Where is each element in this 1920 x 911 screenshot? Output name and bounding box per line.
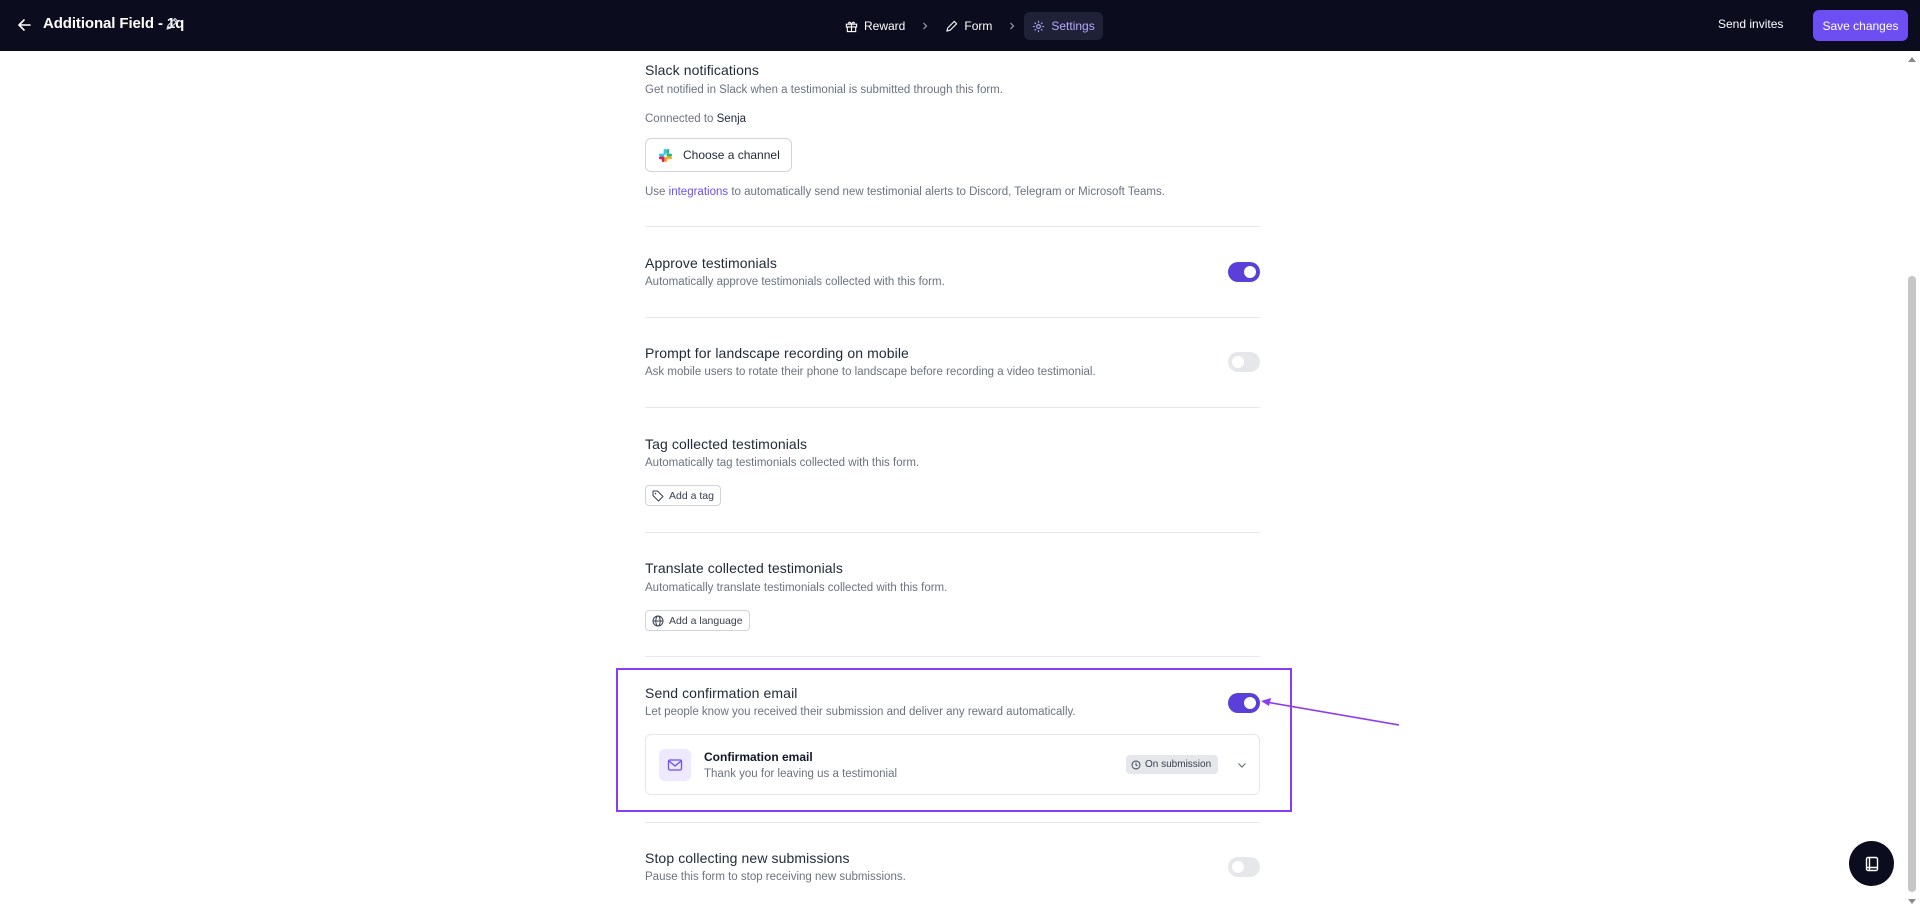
slack-connected-prefix: Connected to [645, 113, 714, 125]
help-book-button[interactable] [1849, 841, 1894, 886]
landscape-toggle[interactable] [1228, 352, 1260, 372]
slack-description: Get notified in Slack when a testimonial… [645, 84, 1003, 96]
integrations-note: Use integrations to automatically send n… [645, 186, 1165, 198]
chevron-right-icon [1006, 20, 1018, 32]
stop-title: Stop collecting new submissions [645, 850, 850, 866]
scrollbar-thumb[interactable] [1908, 276, 1916, 892]
slack-title: Slack notifications [645, 62, 759, 78]
back-arrow-icon[interactable] [14, 15, 34, 35]
slack-logo-icon [658, 148, 673, 162]
scroll-up-arrow-icon[interactable] [1906, 54, 1918, 64]
integrations-note-prefix: Use [645, 186, 666, 198]
divider [645, 407, 1260, 408]
scroll-down-arrow-icon[interactable] [1906, 897, 1918, 907]
tab-form[interactable]: Form [937, 12, 1000, 40]
annotation-arrow [1261, 698, 1400, 726]
add-language-label: Add a language [669, 614, 743, 627]
landscape-description: Ask mobile users to rotate their phone t… [645, 366, 1096, 378]
divider [645, 656, 1260, 657]
tags-description: Automatically tag testimonials collected… [645, 457, 920, 469]
choose-channel-button[interactable]: Choose a channel [645, 138, 792, 172]
translate-title: Translate collected testimonials [645, 560, 843, 576]
envelope-icon [659, 749, 691, 781]
book-icon [1865, 856, 1878, 871]
stop-description: Pause this form to stop receiving new su… [645, 871, 906, 883]
divider [645, 822, 1260, 823]
confirmation-description: Let people know you received their submi… [645, 706, 1076, 718]
send-invites-button[interactable]: Send invites [1718, 17, 1783, 31]
pencil-icon [946, 20, 958, 32]
clock-icon [1131, 760, 1141, 769]
globe-icon [652, 615, 664, 626]
tab-reward[interactable]: Reward [837, 12, 913, 40]
gear-icon [1033, 20, 1045, 32]
tab-form-label: Form [964, 19, 993, 33]
divider [645, 532, 1260, 533]
tab-settings-label: Settings [1051, 19, 1095, 33]
translate-description: Automatically translate testimonials col… [645, 582, 948, 594]
trigger-badge-label: On submission [1145, 759, 1212, 770]
divider [645, 226, 1260, 227]
tag-icon [652, 490, 664, 501]
confirmation-email-title: Confirmation email [704, 750, 813, 764]
confirmation-email-subtitle: Thank you for leaving us a testimonial [704, 768, 898, 780]
integrations-link[interactable]: integrations [669, 186, 728, 198]
confirmation-email-toggle[interactable] [1228, 693, 1260, 713]
tab-reward-label: Reward [864, 19, 906, 33]
approve-toggle[interactable] [1228, 262, 1260, 282]
slack-connected-text: Connected to Senja [645, 113, 746, 125]
slack-workspace-name: Senja [716, 113, 747, 125]
form-title: Additional Field - 1q [43, 15, 185, 32]
tags-title: Tag collected testimonials [645, 436, 808, 452]
trigger-badge: On submission [1126, 755, 1219, 774]
choose-channel-label: Choose a channel [683, 148, 780, 162]
save-changes-button[interactable]: Save changes [1813, 10, 1908, 41]
edit-title-pencil-icon[interactable] [165, 17, 181, 33]
confirmation-email-card[interactable]: Confirmation email Thank you for leaving… [645, 734, 1260, 795]
add-language-button[interactable]: Add a language [645, 610, 750, 631]
divider [645, 317, 1260, 318]
landscape-title: Prompt for landscape recording on mobile [645, 345, 909, 361]
stop-submissions-toggle[interactable] [1228, 857, 1260, 877]
add-tag-label: Add a tag [669, 489, 714, 502]
tab-settings[interactable]: Settings [1024, 12, 1103, 40]
approve-title: Approve testimonials [645, 255, 777, 271]
add-tag-button[interactable]: Add a tag [645, 485, 721, 506]
chevron-right-icon [919, 20, 931, 32]
top-bar: Additional Field - 1q Reward Form Settin… [0, 0, 1920, 51]
gift-icon [845, 21, 858, 32]
integrations-note-suffix: to automatically send new testimonial al… [731, 186, 1165, 198]
chevron-down-icon[interactable] [1236, 758, 1248, 770]
approve-description: Automatically approve testimonials colle… [645, 276, 945, 288]
step-navigation: Reward Form Settings [837, 12, 1103, 40]
confirmation-title: Send confirmation email [645, 685, 798, 701]
